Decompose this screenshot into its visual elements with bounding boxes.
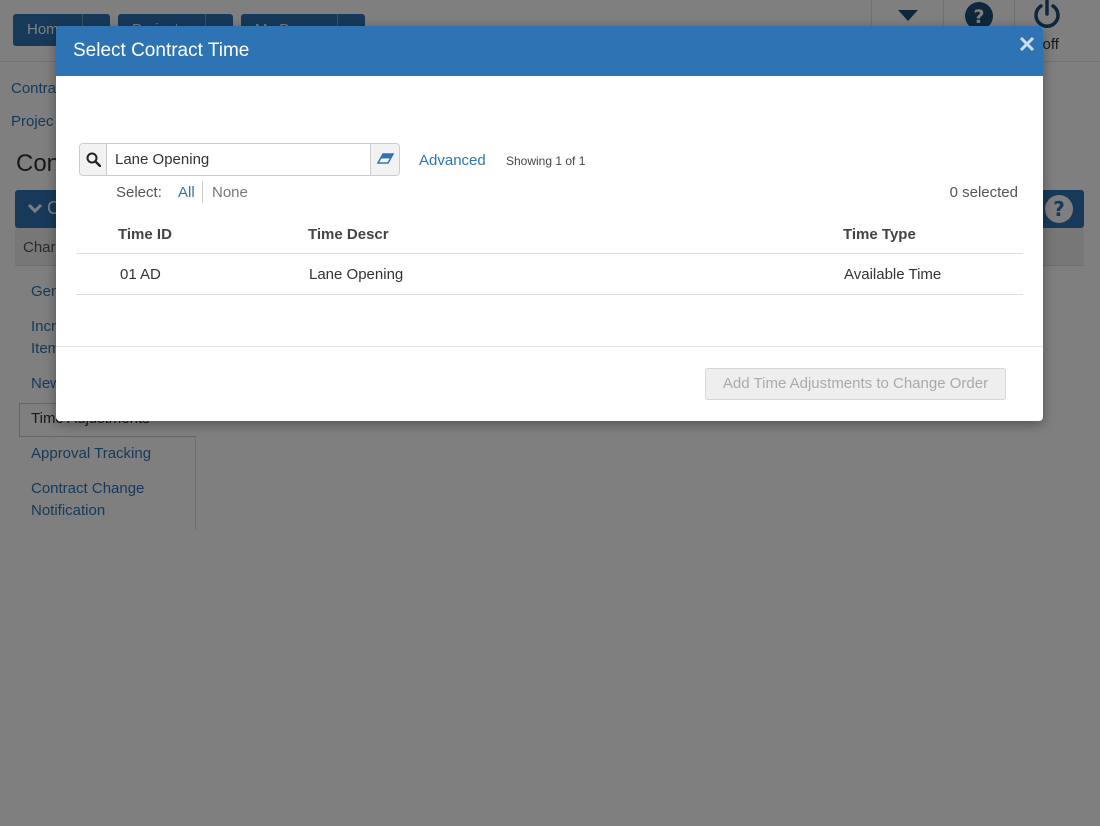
selected-count: 0 selected — [949, 184, 1018, 201]
search-icon — [86, 152, 101, 167]
table-row[interactable]: 01 AD Lane Opening Available Time — [76, 254, 1023, 295]
clear-search-button[interactable] — [370, 144, 399, 175]
select-divider — [202, 181, 203, 203]
select-none-link[interactable]: None — [212, 184, 248, 201]
dialog-footer-divider — [56, 346, 1043, 347]
eraser-icon — [377, 153, 394, 164]
select-all-link[interactable]: All — [178, 184, 195, 201]
column-header-time-descr[interactable]: Time Descr — [308, 226, 389, 243]
column-header-time-id[interactable]: Time ID — [118, 226, 172, 243]
cell-time-type: Available Time — [844, 266, 942, 283]
close-button[interactable] — [1017, 34, 1037, 54]
select-label: Select: — [116, 184, 162, 201]
dialog-title: Select Contract Time — [73, 40, 250, 61]
search-icon-button[interactable] — [80, 144, 107, 175]
cell-time-descr: Lane Opening — [309, 266, 404, 283]
result-count-text: Showing 1 of 1 — [506, 154, 586, 168]
close-icon — [1019, 36, 1035, 52]
dialog-header: Select Contract Time — [56, 26, 1043, 76]
cell-time-id: 01 AD — [120, 266, 161, 283]
add-time-adjustments-button[interactable]: Add Time Adjustments to Change Order — [705, 368, 1006, 400]
select-contract-time-dialog: Select Contract Time Advanced Showing 1 … — [56, 26, 1043, 421]
search-input[interactable] — [108, 144, 370, 175]
column-header-time-type[interactable]: Time Type — [843, 226, 916, 243]
advanced-search-link[interactable]: Advanced — [419, 152, 486, 169]
search-box — [79, 143, 400, 176]
